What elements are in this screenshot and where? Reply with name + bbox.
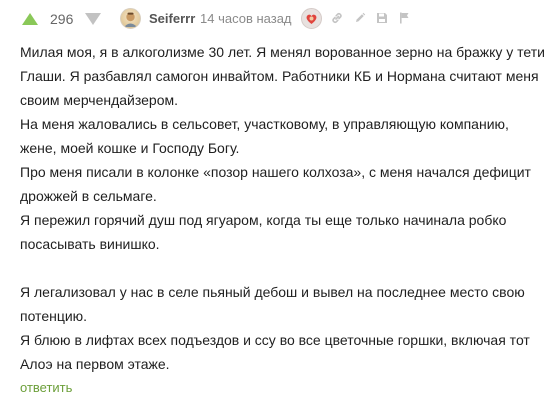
comment-paragraph: Милая моя, я в алкоголизме 30 лет. Я мен… [20, 44, 545, 108]
comment-header: 296 Seiferrr 14 часов назад [0, 0, 551, 38]
save-icon[interactable] [375, 11, 389, 25]
comment-text: Милая моя, я в алкоголизме 30 лет. Я мен… [20, 40, 545, 376]
vote-block: 296 [22, 10, 102, 28]
comment-paragraph: Я легализовал у нас в селе пьяный дебош … [20, 284, 525, 324]
author-badge[interactable] [301, 8, 322, 29]
username[interactable]: Seiferrr [149, 10, 195, 27]
arrow-down-icon[interactable] [85, 13, 102, 25]
link-icon[interactable] [330, 11, 344, 25]
comment-paragraph: Я блюю в лифтах всех подъездов и ссу во … [20, 332, 530, 372]
comment-paragraph: На меня жаловались в сельсовет, участков… [20, 116, 509, 156]
arrow-up-icon[interactable] [22, 13, 38, 25]
comment-timestamp[interactable]: 14 часов назад [200, 10, 292, 27]
comment-rating: 296 [50, 11, 74, 27]
pencil-icon[interactable] [353, 11, 367, 25]
user-avatar[interactable] [120, 8, 141, 29]
reply-link[interactable]: ответить [20, 378, 72, 398]
comment-paragraph: Я пережил горячий душ под ягуаром, когда… [20, 212, 507, 252]
comment-paragraph: Про меня писали в колонке «позор нашего … [20, 164, 531, 204]
flag-icon[interactable] [397, 11, 411, 25]
